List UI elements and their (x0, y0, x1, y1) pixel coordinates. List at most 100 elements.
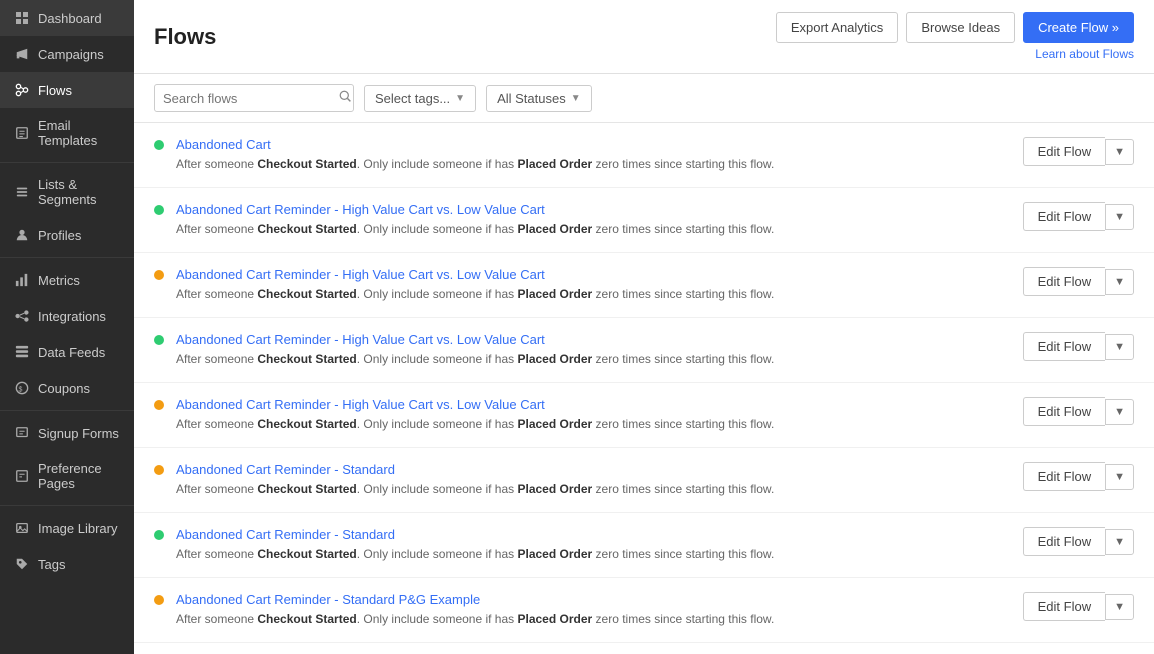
sidebar-item-tags[interactable]: Tags (0, 546, 134, 582)
export-analytics-button[interactable]: Export Analytics (776, 12, 899, 43)
flow-info: Abandoned Cart After someone Checkout St… (176, 137, 1003, 173)
edit-flow-button[interactable]: Edit Flow (1023, 332, 1105, 361)
sidebar-item-data-feeds[interactable]: Data Feeds (0, 334, 134, 370)
create-flow-button[interactable]: Create Flow » (1023, 12, 1134, 43)
flow-description: After someone Checkout Started. Only inc… (176, 220, 1003, 238)
edit-flow-button[interactable]: Edit Flow (1023, 137, 1105, 166)
sidebar-item-email-templates[interactable]: Email Templates (0, 108, 134, 158)
edit-flow-caret-button[interactable]: ▼ (1105, 529, 1134, 555)
flow-actions: Edit Flow ▼ (1023, 592, 1134, 621)
status-dot (154, 530, 164, 540)
sidebar-divider-3 (0, 410, 134, 411)
sidebar-item-profiles[interactable]: Profiles (0, 217, 134, 253)
sidebar-item-preference-pages[interactable]: Preference Pages (0, 451, 134, 501)
svg-text:$: $ (19, 387, 23, 394)
search-box[interactable] (154, 84, 354, 112)
edit-flow-button[interactable]: Edit Flow (1023, 202, 1105, 231)
edit-flow-caret-button[interactable]: ▼ (1105, 334, 1134, 360)
trigger-label: Checkout Started (257, 547, 356, 561)
flows-toolbar: Select tags... ▼ All Statuses ▼ (134, 74, 1154, 123)
browse-ideas-button[interactable]: Browse Ideas (906, 12, 1015, 43)
flow-name-link[interactable]: Abandoned Cart Reminder - High Value Car… (176, 332, 545, 347)
list-icon (14, 184, 30, 200)
filter-label: Placed Order (518, 547, 593, 561)
template-icon (14, 125, 30, 141)
flow-info: Abandoned Cart Reminder - High Value Car… (176, 202, 1003, 238)
header-actions: Export Analytics Browse Ideas Create Flo… (776, 12, 1134, 43)
filter-label: Placed Order (518, 157, 593, 171)
edit-flow-caret-button[interactable]: ▼ (1105, 464, 1134, 490)
flow-name-link[interactable]: Abandoned Cart Reminder - Standard (176, 527, 395, 542)
sidebar-item-label: Metrics (38, 273, 80, 288)
sidebar-item-label: Flows (38, 83, 72, 98)
sidebar-item-integrations[interactable]: Integrations (0, 298, 134, 334)
trigger-label: Checkout Started (257, 157, 356, 171)
tags-dropdown-label: Select tags... (375, 91, 450, 106)
flow-info: Abandoned Cart Reminder - Standard P&G E… (176, 592, 1003, 628)
sidebar-item-coupons[interactable]: $ Coupons (0, 370, 134, 406)
flow-info: Abandoned Cart Reminder - Standard After… (176, 462, 1003, 498)
status-dot (154, 270, 164, 280)
flow-name-link[interactable]: Abandoned Cart Reminder - High Value Car… (176, 397, 545, 412)
flow-name-link[interactable]: Abandoned Cart (176, 137, 271, 152)
sidebar-item-label: Tags (38, 557, 65, 572)
flow-name-link[interactable]: Abandoned Cart Reminder - Standard P&G E… (176, 592, 480, 607)
flow-name-link[interactable]: Abandoned Cart Reminder - High Value Car… (176, 202, 545, 217)
flow-item: Abandoned Cart Reminder - High Value Car… (134, 318, 1154, 383)
trigger-label: Checkout Started (257, 482, 356, 496)
edit-flow-caret-button[interactable]: ▼ (1105, 594, 1134, 620)
flow-actions: Edit Flow ▼ (1023, 527, 1134, 556)
flow-item: Abandoned Cart After someone Checkout St… (134, 123, 1154, 188)
edit-flow-caret-button[interactable]: ▼ (1105, 204, 1134, 230)
sidebar-item-campaigns[interactable]: Campaigns (0, 36, 134, 72)
sidebar-divider-4 (0, 505, 134, 506)
flow-description: After someone Checkout Started. Only inc… (176, 480, 1003, 498)
edit-flow-caret-button[interactable]: ▼ (1105, 269, 1134, 295)
status-dot (154, 335, 164, 345)
sidebar-item-lists-segments[interactable]: Lists & Segments (0, 167, 134, 217)
trigger-label: Checkout Started (257, 287, 356, 301)
edit-flow-button[interactable]: Edit Flow (1023, 527, 1105, 556)
flow-list: Abandoned Cart After someone Checkout St… (134, 123, 1154, 654)
filter-label: Placed Order (518, 482, 593, 496)
tags-dropdown-caret-icon: ▼ (455, 93, 465, 104)
coupons-icon: $ (14, 380, 30, 396)
flow-name-link[interactable]: Abandoned Cart Reminder - Standard (176, 462, 395, 477)
flow-item: Abandoned Cart Reminder - High Value Car… (134, 188, 1154, 253)
sidebar-item-flows[interactable]: Flows (0, 72, 134, 108)
status-dot (154, 140, 164, 150)
edit-flow-button[interactable]: Edit Flow (1023, 267, 1105, 296)
edit-flow-button[interactable]: Edit Flow (1023, 462, 1105, 491)
status-dot (154, 400, 164, 410)
flow-info: Abandoned Cart Reminder - High Value Car… (176, 332, 1003, 368)
sidebar: Dashboard Campaigns Flows (0, 0, 134, 654)
status-dropdown[interactable]: All Statuses ▼ (486, 85, 592, 112)
sidebar-item-metrics[interactable]: Metrics (0, 262, 134, 298)
flow-name-link[interactable]: Abandoned Cart Reminder - High Value Car… (176, 267, 545, 282)
filter-label: Placed Order (518, 287, 593, 301)
main-content: Flows Export Analytics Browse Ideas Crea… (134, 0, 1154, 654)
flow-description: After someone Checkout Started. Only inc… (176, 415, 1003, 433)
flow-actions: Edit Flow ▼ (1023, 267, 1134, 296)
edit-flow-button[interactable]: Edit Flow (1023, 592, 1105, 621)
sidebar-item-label: Image Library (38, 521, 117, 536)
edit-flow-caret-button[interactable]: ▼ (1105, 399, 1134, 425)
flow-actions: Edit Flow ▼ (1023, 397, 1134, 426)
learn-about-flows-link[interactable]: Learn about Flows (1035, 47, 1134, 61)
flow-description: After someone Checkout Started. Only inc… (176, 545, 1003, 563)
flow-info: Abandoned Cart Reminder - High Value Car… (176, 397, 1003, 433)
page-header: Flows Export Analytics Browse Ideas Crea… (134, 0, 1154, 74)
flow-icon (14, 82, 30, 98)
image-icon (14, 520, 30, 536)
sidebar-item-dashboard[interactable]: Dashboard (0, 0, 134, 36)
status-dropdown-caret-icon: ▼ (571, 93, 581, 104)
search-icon[interactable] (339, 90, 352, 106)
sidebar-item-label: Preference Pages (38, 461, 120, 491)
edit-flow-button[interactable]: Edit Flow (1023, 397, 1105, 426)
sidebar-item-image-library[interactable]: Image Library (0, 510, 134, 546)
search-input[interactable] (163, 91, 339, 106)
sidebar-item-signup-forms[interactable]: Signup Forms (0, 415, 134, 451)
tags-dropdown[interactable]: Select tags... ▼ (364, 85, 476, 112)
edit-flow-caret-button[interactable]: ▼ (1105, 139, 1134, 165)
sidebar-item-label: Data Feeds (38, 345, 105, 360)
